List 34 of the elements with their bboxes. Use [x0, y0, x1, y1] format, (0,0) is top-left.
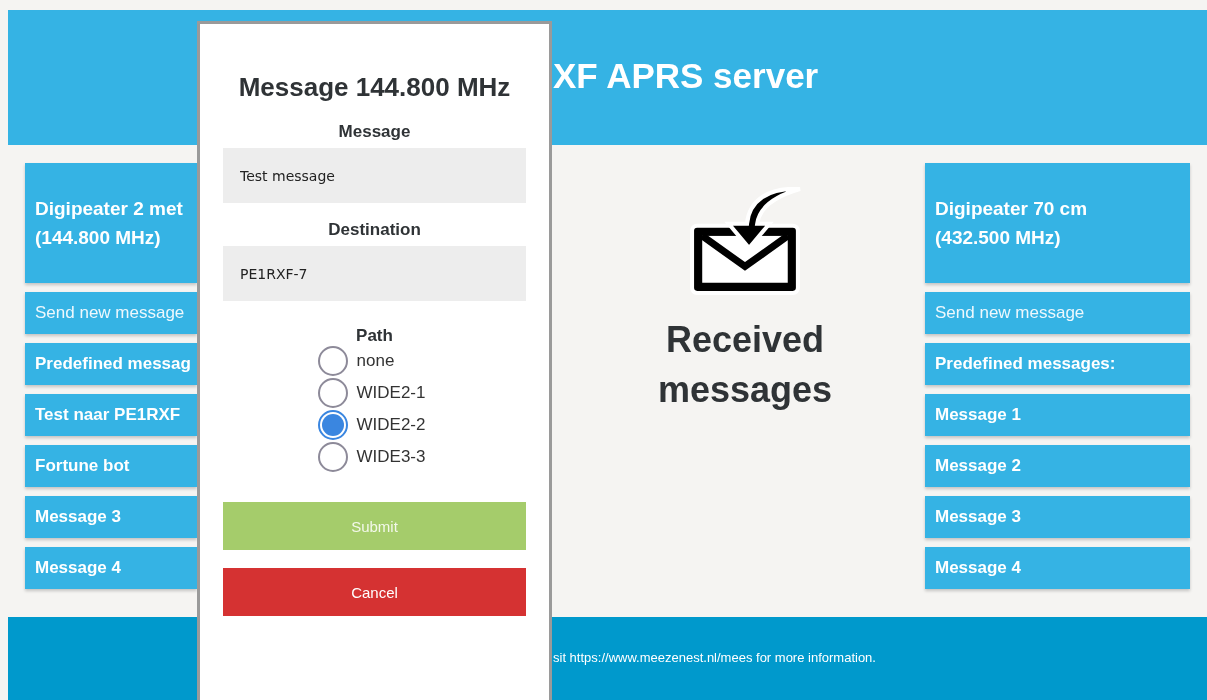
footer-text: sit https://www.meezenest.nl/mees for more information. — [553, 650, 876, 665]
message-button[interactable]: Message 1 — [925, 394, 1190, 436]
page-title: XF APRS server — [553, 55, 819, 96]
message-button[interactable]: Message 4 — [925, 547, 1190, 589]
field-label: Destination — [328, 220, 421, 240]
field-label: Path — [356, 326, 393, 346]
send-message-button[interactable]: Send new message — [925, 292, 1190, 334]
channel-heading: Digipeater 2 met (144.800 MHz) — [25, 163, 197, 283]
radio-button[interactable] — [317, 346, 348, 376]
submit-button[interactable]: Submit — [223, 502, 526, 550]
channel-heading: Digipeater 70 cm (432.500 MHz) — [925, 163, 1190, 283]
radio-button[interactable] — [317, 410, 348, 440]
cancel-button[interactable]: Cancel — [223, 568, 526, 616]
inbox-icon — [690, 187, 802, 295]
input-field[interactable]: PE1RXF-7 — [223, 246, 526, 301]
radio-button[interactable] — [317, 442, 348, 472]
message-button[interactable]: Message 3 — [925, 496, 1190, 538]
radio-option[interactable]: WIDE3-3 — [317, 442, 426, 472]
message-button[interactable]: Message 4 — [25, 547, 197, 589]
radio-option[interactable]: none — [317, 346, 395, 376]
field-label: Message — [338, 122, 411, 142]
message-button[interactable]: Fortune bot — [25, 445, 197, 487]
message-button[interactable]: Message 3 — [25, 496, 197, 538]
message-button[interactable]: Message 2 — [925, 445, 1190, 487]
send-message-button[interactable]: Send new message — [25, 292, 197, 334]
input-field[interactable]: Test message — [223, 148, 526, 203]
received-messages-heading[interactable]: Received messages — [645, 315, 845, 415]
predefined-messages-heading: Predefined messag — [25, 343, 197, 385]
predefined-messages-heading: Predefined messages: — [925, 343, 1190, 385]
radio-option[interactable]: WIDE2-2 — [317, 410, 426, 440]
radio-option[interactable]: WIDE2-1 — [317, 378, 426, 408]
message-button[interactable]: Test naar PE1RXF — [25, 394, 197, 436]
radio-button[interactable] — [317, 378, 348, 408]
dialog-title: Message 144.800 MHz — [237, 72, 512, 103]
